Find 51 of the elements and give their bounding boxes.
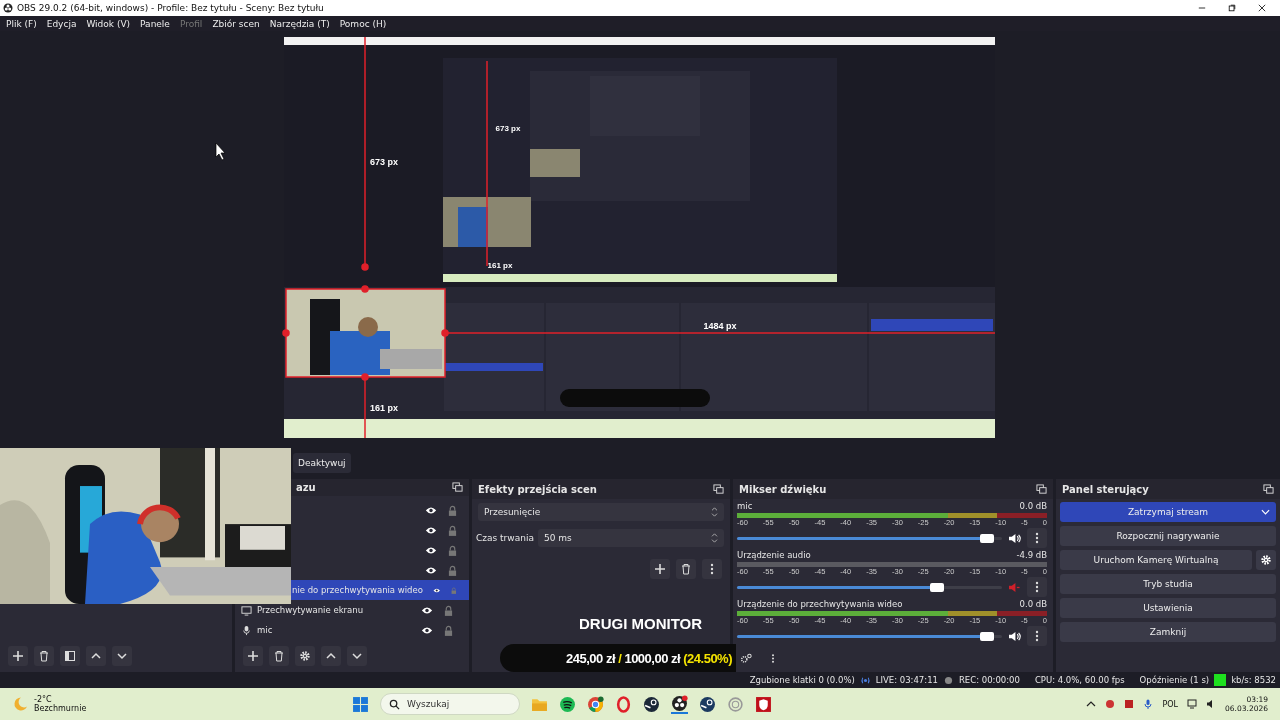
- dropped-frames-text: Zgubione klatki 0 (0.0%): [749, 675, 855, 685]
- menu-item[interactable]: Zbiór scen: [212, 18, 260, 29]
- dock-title: azu: [296, 482, 316, 493]
- control-button[interactable]: Ustawienia: [1060, 598, 1276, 618]
- temperature-text: -2°C: [34, 695, 53, 704]
- menu-item[interactable]: Pomoc (H): [339, 18, 387, 29]
- dock-title: Panel sterujący: [1062, 483, 1149, 495]
- taskbar-search-field[interactable]: Wyszukaj: [380, 693, 520, 715]
- menu-item[interactable]: Edycja: [46, 18, 77, 29]
- channel-reading: -4.9 dB: [1016, 550, 1047, 560]
- guide-label: 161 px: [370, 403, 398, 413]
- overlay-heading: DRUGI MONITOR: [579, 615, 703, 632]
- channel-name: Urządzenie do przechwytywania wideo: [737, 599, 903, 609]
- window-title: OBS 29.0.2 (64-bit, windows) - Profile: Bez tytułu - Sceny: Bez tytułu: [17, 3, 324, 13]
- source-name: mic: [257, 625, 273, 635]
- bitrate-text: kb/s: 8532: [1231, 675, 1276, 685]
- guide-label: 673 px: [495, 124, 521, 133]
- control-button[interactable]: Uruchom Kamerę Wirtualną: [1060, 550, 1252, 570]
- source-name: nie do przechwytywania wideo: [292, 585, 423, 595]
- channel-reading: 0.0 dB: [1019, 501, 1047, 511]
- menu-item[interactable]: Panele: [140, 18, 170, 29]
- dock-title: Efekty przejścia scen: [478, 483, 597, 495]
- channel-name: Urządzenie audio: [737, 550, 811, 560]
- deactivate-button[interactable]: Deaktywuj: [293, 453, 351, 473]
- live-time-text: LIVE: 03:47:11: [875, 675, 938, 685]
- source-row[interactable]: mic: [235, 620, 469, 640]
- channel-reading: 0.0 dB: [1019, 599, 1047, 609]
- donation-goal-text: 245,00 zł / 1000,00 zł (24.50%): [566, 650, 732, 666]
- menu-item[interactable]: Plik (F): [6, 18, 37, 29]
- control-button[interactable]: Rozpocznij nagrywanie: [1060, 526, 1276, 546]
- cpu-text: CPU: 4.0%, 60.00 fps: [1034, 675, 1125, 685]
- weather-text: Bezchmurnie: [34, 704, 87, 713]
- duration-field[interactable]: 50 ms: [537, 529, 724, 547]
- delay-text: Opóźnienie (1 s): [1139, 675, 1210, 685]
- menu-item[interactable]: Narzędzia (T): [269, 18, 330, 29]
- source-name: Przechwytywanie ekranu: [257, 605, 364, 615]
- guide-label: 1484 px: [703, 321, 737, 331]
- stop-stream-button[interactable]: Zatrzymaj stream: [1060, 502, 1276, 522]
- source-row[interactable]: nie do przechwytywania wideo: [290, 580, 469, 600]
- control-button[interactable]: Zamknij: [1060, 622, 1276, 642]
- guide-label: 673 px: [370, 157, 398, 167]
- control-button[interactable]: Tryb studia: [1060, 574, 1276, 594]
- transition-select[interactable]: Przesunięcie: [478, 503, 724, 521]
- channel-name: mic: [737, 501, 753, 511]
- record-time-text: REC: 00:00:00: [958, 675, 1020, 685]
- source-row[interactable]: Przechwytywanie ekranu: [235, 600, 469, 620]
- dock-title: Mikser dźwięku: [739, 483, 827, 495]
- menu-item[interactable]: Widok (V): [86, 18, 131, 29]
- guide-label: 161 px: [487, 261, 513, 270]
- language-indicator[interactable]: POL: [1162, 699, 1179, 709]
- duration-label: Czas trwania: [476, 533, 534, 543]
